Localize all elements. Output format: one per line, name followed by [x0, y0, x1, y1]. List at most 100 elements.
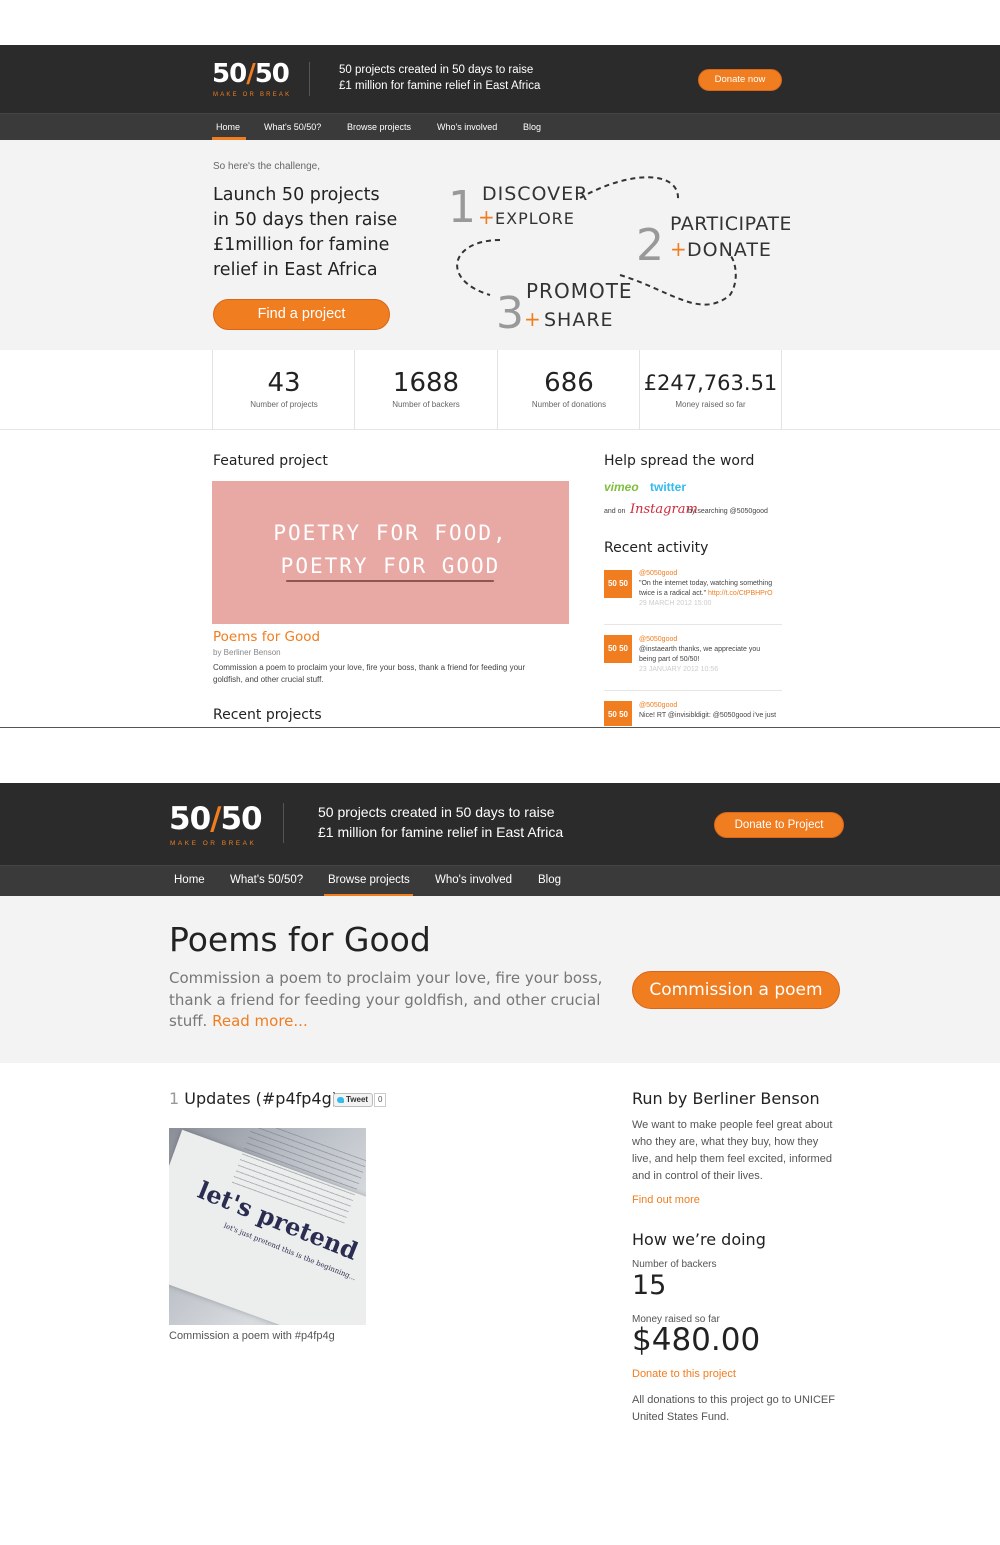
activity-date: 29 MARCH 2012 15:00	[639, 600, 712, 607]
logo-slash: /	[210, 801, 221, 837]
featured-description: Commission a poem to proclaim your love,…	[213, 662, 525, 686]
step-1-title: DISCOVER	[482, 183, 588, 205]
activity-item-3: @5050good Nice! RT @invisibldigit: @5050…	[639, 701, 776, 721]
logo-slash: /	[246, 59, 255, 89]
activity-avatar: 50 50	[604, 635, 632, 663]
step-3-number: 3	[496, 288, 524, 330]
logo-subtitle: MAKE OR BREAK	[170, 840, 257, 847]
tweet-button[interactable]: Tweet	[333, 1093, 374, 1107]
nav-browse-projects[interactable]: Browse projects	[347, 122, 411, 132]
desc-line-2: goldfish, and other crucial stuff.	[213, 675, 324, 684]
backers-value: 15	[632, 1270, 667, 1301]
read-more-link[interactable]: Read more...	[212, 1012, 308, 1030]
page-2-nav: Home What's 50/50? Browse projects Who's…	[0, 865, 1000, 897]
run-by-line-3: live, and help them feel excited, inform…	[632, 1153, 832, 1166]
activity-item-1: @5050good "On the internet today, watchi…	[639, 569, 773, 609]
logo[interactable]: 50/50 MAKE OR BREAK	[212, 59, 290, 99]
stat-label: Number of projects	[250, 400, 318, 409]
headline-line-3: £1million for famine	[213, 235, 390, 255]
header-divider	[309, 62, 310, 96]
nav-whats-5050[interactable]: What's 50/50?	[264, 122, 321, 132]
logo[interactable]: 50/50 MAKE OR BREAK	[169, 801, 263, 851]
nav-whats-5050[interactable]: What's 50/50?	[230, 874, 303, 886]
nav-whos-involved[interactable]: Who's involved	[435, 874, 512, 886]
vimeo-link[interactable]: vimeo	[604, 480, 639, 494]
and-on-text: and on	[604, 508, 626, 515]
stat-value: £247,763.51	[643, 371, 778, 395]
nav-browse-projects[interactable]: Browse projects	[328, 874, 410, 886]
updates-count: 1	[169, 1089, 180, 1108]
featured-heading: Featured project	[213, 453, 328, 469]
activity-handle[interactable]: @5050good	[639, 569, 773, 579]
hero: So here's the challenge, Launch 50 proje…	[0, 140, 1000, 350]
find-project-button[interactable]: Find a project	[213, 299, 390, 330]
hero-intro: So here's the challenge,	[213, 161, 320, 172]
headline-line-2: in 50 days then raise	[213, 210, 398, 230]
photo-caption: Commission a poem with #p4fp4g	[169, 1330, 335, 1342]
logo-right: 50	[220, 801, 262, 837]
find-out-more-link[interactable]: Find out more	[632, 1194, 700, 1206]
donate-now-button[interactable]: Donate now	[698, 69, 782, 91]
stat-label: Money raised so far	[675, 400, 746, 409]
updates-heading: 1 Updates (#p4fp4g)	[169, 1089, 338, 1108]
commission-poem-button[interactable]: Commission a poem	[632, 971, 840, 1009]
spread-heading: Help spread the word	[604, 453, 755, 469]
activity-handle[interactable]: @5050good	[639, 635, 760, 645]
stat-label: Number of donations	[531, 400, 607, 409]
page-1-header: 50/50 MAKE OR BREAK 50 projects created …	[0, 45, 1000, 113]
featured-image[interactable]: POETRY FOR FOOD, POETRY FOR GOOD	[212, 481, 569, 624]
stat-projects: 43 Number of projects	[212, 350, 355, 430]
twitter-bird-icon	[337, 1097, 344, 1103]
activity-heading: Recent activity	[604, 540, 709, 556]
headline-line-1: Launch 50 projects	[213, 185, 380, 205]
stat-backers: 1688 Number of backers	[354, 350, 497, 430]
featured-byline: by Berliner Benson	[213, 648, 281, 657]
tweet-count: 0	[374, 1093, 387, 1107]
updates-label: Updates (#p4fp4g)	[184, 1089, 338, 1108]
backers-label: Number of backers	[632, 1259, 717, 1270]
activity-handle[interactable]: @5050good	[639, 701, 776, 711]
donate-to-project-link[interactable]: Donate to this project	[632, 1368, 736, 1380]
nav-whos-involved[interactable]: Who's involved	[437, 122, 497, 132]
nav-blog[interactable]: Blog	[523, 122, 541, 132]
nav-home[interactable]: Home	[174, 874, 205, 886]
header-tagline: 50 projects created in 50 days to raise …	[318, 803, 563, 842]
tagline-line-2: £1 million for famine relief in East Afr…	[339, 80, 541, 93]
headline-line-4: relief in East Africa	[213, 260, 378, 280]
stat-value: 686	[544, 368, 594, 398]
desc-line-1: Commission a poem to proclaim your love,…	[213, 663, 526, 672]
featured-image-text: POETRY FOR FOOD, POETRY FOR GOOD	[212, 517, 569, 583]
activity-item-2: @5050good @instaearth thanks, we appreci…	[639, 635, 760, 675]
twitter-link[interactable]: twitter	[650, 480, 686, 494]
step-3-plus: +	[524, 307, 541, 330]
page-2-header: 50/50 MAKE OR BREAK 50 projects created …	[0, 783, 1000, 865]
tagline-line-1: 50 projects created in 50 days to raise	[339, 64, 534, 76]
project-title: Poems for Good	[169, 920, 431, 959]
tagline-line-2: £1 million for famine relief in East Afr…	[318, 823, 564, 840]
image-line-2: POETRY FOR GOOD	[280, 554, 501, 578]
step-2-plus: +	[670, 237, 687, 261]
activity-avatar: 50 50	[604, 701, 632, 726]
page-1-nav: Home What's 50/50? Browse projects Who's…	[0, 113, 1000, 140]
donate-to-project-button[interactable]: Donate to Project	[714, 812, 844, 838]
featured-title-link[interactable]: Poems for Good	[213, 629, 320, 645]
steps-illustration: 1 DISCOVER + EXPLORE 2 PARTICIPATE + DON…	[448, 176, 790, 330]
run-by-heading: Run by Berliner Benson	[632, 1089, 820, 1108]
tweet-label: Tweet	[346, 1095, 369, 1104]
activity-avatar: 50 50	[604, 570, 632, 598]
activity-link[interactable]: http://t.co/CtPBHPrO	[708, 590, 773, 597]
step-1-number: 1	[448, 182, 476, 233]
nav-home[interactable]: Home	[216, 122, 240, 132]
desc-line-1: Commission a poem to proclaim your love,…	[169, 969, 603, 987]
activity-text: "On the internet today, watching somethi…	[639, 580, 773, 587]
nav-blog[interactable]: Blog	[538, 874, 561, 886]
step-3-title: PROMOTE	[526, 279, 633, 303]
run-by-line-4: and in control of their lives.	[632, 1170, 763, 1183]
update-photo[interactable]: let's pretend let's just pretend this is…	[169, 1128, 366, 1325]
activity-text: @instaearth thanks, we appreciate you	[639, 646, 761, 653]
header-tagline: 50 projects created in 50 days to raise …	[339, 62, 540, 94]
logo-left: 50	[212, 59, 247, 89]
project-description: Commission a poem to proclaim your love,…	[169, 968, 602, 1033]
note-line-1: All donations to this project go to UNIC…	[632, 1394, 835, 1406]
logo-right: 50	[254, 59, 290, 89]
